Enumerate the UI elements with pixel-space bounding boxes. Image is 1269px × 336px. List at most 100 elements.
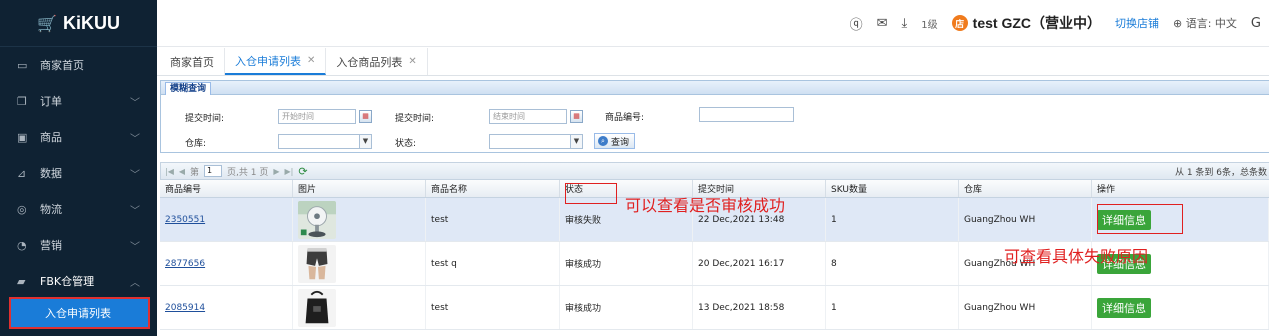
tab-bar: 商家首页 入仓申请列表 ✕ 入仓商品列表 ✕ — [157, 48, 1269, 76]
close-icon[interactable]: ✕ — [408, 56, 416, 67]
logout-icon[interactable]: G — [1251, 16, 1261, 31]
sidebar-item-label: FBK仓管理 — [40, 275, 95, 288]
shop-name-text: test GZC（营业中） — [972, 15, 1101, 31]
sidebar-item-fbk[interactable]: ▰ FBK仓管理 ︿ — [0, 263, 157, 299]
product-code-link[interactable]: 2350551 — [165, 215, 205, 225]
chevron-down-icon: ﹀ — [130, 169, 140, 181]
page-prefix: 第 — [190, 167, 200, 178]
chevron-up-icon: ︿ — [130, 277, 140, 289]
sidebar-subitem-inbound-list[interactable]: 入仓申请列表 — [9, 297, 150, 329]
sidebar-item-label: 商家首页 — [40, 59, 84, 72]
sku-count-cell: 1 — [826, 286, 959, 329]
warehouse-select[interactable]: ▼ — [278, 134, 372, 149]
filter-title[interactable]: 模糊查询 — [165, 82, 212, 95]
sidebar-item-label: 订单 — [40, 95, 62, 108]
shop-icon: 店 — [951, 15, 968, 31]
mail-icon[interactable]: ✉ — [877, 16, 888, 31]
download-icon[interactable]: ⤓ — [902, 16, 908, 31]
table-row[interactable]: 2085914 test 审核成功 13 Dec,2021 18:58 1 Gu… — [160, 286, 1269, 330]
switch-shop-link[interactable]: 切换店铺 — [1115, 15, 1159, 31]
sidebar-item-label: 数据 — [40, 167, 62, 180]
status-cell: 审核成功 — [560, 286, 693, 329]
chevron-down-icon: ▼ — [570, 135, 582, 148]
first-page-icon[interactable]: |◀ — [165, 167, 174, 176]
sidebar: 🛒 KiKUU ▭ 商家首页 ❐ 订单 ﹀ ▣ 商品 ﹀ ⊿ 数据 ﹀ ◎ 物流… — [0, 0, 157, 336]
refresh-icon[interactable]: ⟳ — [298, 165, 307, 178]
page-suffix: 页,共 1 页 — [227, 167, 269, 178]
product-code-link[interactable]: 2085914 — [165, 303, 205, 313]
query-label: 查询 — [611, 137, 630, 148]
language-selector[interactable]: ⊕ 语言: 中文 — [1173, 15, 1237, 31]
status-select[interactable]: ▼ — [489, 134, 583, 149]
sidebar-item-marketing[interactable]: ◔ 营销 ﹀ — [0, 227, 157, 263]
tab-inbound-list[interactable]: 入仓申请列表 ✕ — [225, 48, 327, 75]
calendar-icon[interactable]: ▦ — [570, 110, 583, 123]
page-number-input[interactable]: 1 — [204, 165, 223, 177]
chevron-down-icon: ﹀ — [130, 133, 140, 145]
logo-text: KiKUU — [62, 12, 120, 33]
next-page-icon[interactable]: ▶ — [273, 167, 279, 176]
product-code-link[interactable]: 2877656 — [165, 259, 205, 269]
warehouse-label: 仓库: — [185, 139, 207, 149]
column-header[interactable]: 仓库 — [959, 180, 1092, 197]
chat-icon[interactable]: ⓠ — [850, 14, 863, 33]
sku-count-cell: 1 — [826, 198, 959, 241]
status-highlight-box — [565, 183, 617, 204]
tab-label: 入仓商品列表 — [336, 55, 403, 69]
chevron-down-icon: ﹀ — [130, 97, 140, 109]
tab-home[interactable]: 商家首页 — [160, 48, 225, 75]
product-code-field[interactable] — [699, 107, 794, 122]
image-cell — [293, 242, 426, 285]
close-icon[interactable]: ✕ — [307, 55, 315, 66]
column-header[interactable]: 商品名称 — [426, 180, 560, 197]
detail-button[interactable]: 详细信息 — [1097, 297, 1151, 318]
sidebar-item-data[interactable]: ⊿ 数据 ﹀ — [0, 155, 157, 191]
sidebar-item-label: 物流 — [40, 203, 62, 216]
language-label: 语言: 中文 — [1185, 17, 1237, 30]
search-icon: ⌕ — [598, 136, 608, 146]
sidebar-item-logistics[interactable]: ◎ 物流 ﹀ — [0, 191, 157, 227]
tab-inbound-products[interactable]: 入仓商品列表 ✕ — [326, 48, 428, 75]
tab-label: 商家首页 — [170, 55, 214, 69]
sidebar-item-label: 商品 — [40, 131, 62, 144]
chevron-down-icon: ﹀ — [130, 241, 140, 253]
chart-icon: ⊿ — [17, 166, 27, 180]
chevron-down-icon: ﹀ — [130, 205, 140, 217]
column-header[interactable]: SKU数量 — [826, 180, 959, 197]
calendar-icon[interactable]: ▦ — [359, 110, 372, 123]
product-name-cell: test — [426, 286, 560, 329]
product-thumbnail-bag[interactable] — [298, 288, 336, 327]
tab-label: 入仓申请列表 — [235, 54, 301, 68]
sidebar-item-orders[interactable]: ❐ 订单 ﹀ — [0, 83, 157, 119]
product-code-cell: 2085914 — [160, 286, 293, 329]
submit-time-label-2: 提交时间: — [395, 114, 435, 124]
action-cell: 详细信息 — [1092, 286, 1269, 329]
product-thumbnail-fan[interactable] — [298, 200, 336, 239]
product-code-cell: 2877656 — [160, 242, 293, 285]
order-icon: ❐ — [17, 94, 27, 108]
query-button[interactable]: ⌕ 查询 — [594, 133, 636, 149]
shop-name: 店 test GZC（营业中） — [951, 13, 1101, 33]
submit-time-cell: 20 Dec,2021 16:17 — [693, 242, 826, 285]
sidebar-item-products[interactable]: ▣ 商品 ﹀ — [0, 119, 157, 155]
paging-info: 从 1 条到 6条，总条数 — [1174, 167, 1267, 178]
product-code-label: 商品编号: — [605, 113, 645, 123]
sidebar-item-label: 营销 — [40, 239, 62, 252]
logo[interactable]: 🛒 KiKUU — [0, 0, 157, 47]
sidebar-item-home[interactable]: ▭ 商家首页 — [0, 47, 157, 83]
warehouse-cell: GuangZhou WH — [959, 198, 1092, 241]
status-label: 状态: — [395, 139, 417, 149]
detail-highlight-box — [1097, 204, 1183, 234]
column-header[interactable]: 操作 — [1092, 180, 1269, 197]
column-header[interactable]: 图片 — [293, 180, 426, 197]
prev-page-icon[interactable]: ◀ — [179, 167, 185, 176]
product-thumbnail-shorts[interactable] — [298, 244, 336, 283]
sku-count-cell: 8 — [826, 242, 959, 285]
start-time-field[interactable]: 开始时间 — [278, 109, 356, 124]
end-time-field[interactable]: 结束时间 — [489, 109, 567, 124]
submit-time-cell: 13 Dec,2021 18:58 — [693, 286, 826, 329]
submit-time-label: 提交时间: — [185, 114, 225, 124]
image-cell — [293, 286, 426, 329]
column-header[interactable]: 商品编号 — [160, 180, 293, 197]
last-page-icon[interactable]: ▶| — [285, 167, 294, 176]
